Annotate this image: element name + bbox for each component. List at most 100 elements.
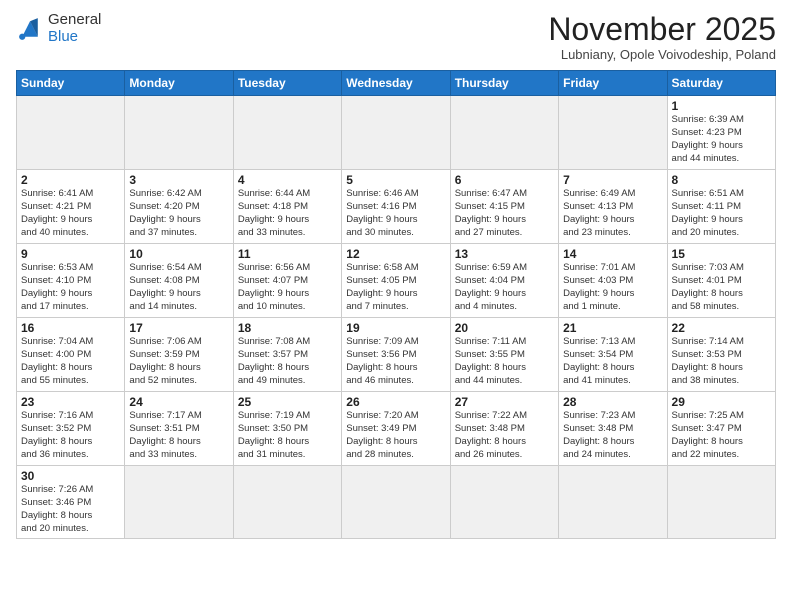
day-info: Sunrise: 6:49 AM Sunset: 4:13 PM Dayligh… <box>563 188 662 239</box>
day-info: Sunrise: 7:01 AM Sunset: 4:03 PM Dayligh… <box>563 262 662 313</box>
calendar-cell: 21Sunrise: 7:13 AM Sunset: 3:54 PM Dayli… <box>559 318 667 392</box>
day-info: Sunrise: 7:04 AM Sunset: 4:00 PM Dayligh… <box>21 336 120 387</box>
calendar-cell <box>17 96 125 170</box>
logo: General Blue <box>16 12 101 45</box>
day-info: Sunrise: 7:06 AM Sunset: 3:59 PM Dayligh… <box>129 336 228 387</box>
calendar-cell: 19Sunrise: 7:09 AM Sunset: 3:56 PM Dayli… <box>342 318 450 392</box>
col-tuesday: Tuesday <box>233 71 341 96</box>
calendar-cell <box>450 466 558 539</box>
col-friday: Friday <box>559 71 667 96</box>
day-number: 4 <box>238 173 337 187</box>
day-info: Sunrise: 6:39 AM Sunset: 4:23 PM Dayligh… <box>672 114 771 165</box>
day-info: Sunrise: 7:13 AM Sunset: 3:54 PM Dayligh… <box>563 336 662 387</box>
calendar-cell <box>450 96 558 170</box>
day-info: Sunrise: 6:47 AM Sunset: 4:15 PM Dayligh… <box>455 188 554 239</box>
calendar-cell: 11Sunrise: 6:56 AM Sunset: 4:07 PM Dayli… <box>233 244 341 318</box>
calendar-cell: 6Sunrise: 6:47 AM Sunset: 4:15 PM Daylig… <box>450 170 558 244</box>
day-info: Sunrise: 7:26 AM Sunset: 3:46 PM Dayligh… <box>21 484 120 535</box>
location: Lubniany, Opole Voivodeship, Poland <box>548 47 776 62</box>
day-number: 15 <box>672 247 771 261</box>
day-info: Sunrise: 6:53 AM Sunset: 4:10 PM Dayligh… <box>21 262 120 313</box>
day-info: Sunrise: 7:14 AM Sunset: 3:53 PM Dayligh… <box>672 336 771 387</box>
calendar-cell <box>559 96 667 170</box>
day-number: 7 <box>563 173 662 187</box>
calendar-cell: 10Sunrise: 6:54 AM Sunset: 4:08 PM Dayli… <box>125 244 233 318</box>
calendar-cell: 5Sunrise: 6:46 AM Sunset: 4:16 PM Daylig… <box>342 170 450 244</box>
calendar-cell <box>342 96 450 170</box>
day-info: Sunrise: 7:03 AM Sunset: 4:01 PM Dayligh… <box>672 262 771 313</box>
calendar-header-row: Sunday Monday Tuesday Wednesday Thursday… <box>17 71 776 96</box>
day-number: 20 <box>455 321 554 335</box>
day-number: 2 <box>21 173 120 187</box>
calendar-cell: 28Sunrise: 7:23 AM Sunset: 3:48 PM Dayli… <box>559 392 667 466</box>
calendar-cell: 8Sunrise: 6:51 AM Sunset: 4:11 PM Daylig… <box>667 170 775 244</box>
day-number: 23 <box>21 395 120 409</box>
calendar-cell: 30Sunrise: 7:26 AM Sunset: 3:46 PM Dayli… <box>17 466 125 539</box>
day-info: Sunrise: 7:16 AM Sunset: 3:52 PM Dayligh… <box>21 410 120 461</box>
calendar-cell: 24Sunrise: 7:17 AM Sunset: 3:51 PM Dayli… <box>125 392 233 466</box>
calendar-cell: 25Sunrise: 7:19 AM Sunset: 3:50 PM Dayli… <box>233 392 341 466</box>
calendar-cell: 4Sunrise: 6:44 AM Sunset: 4:18 PM Daylig… <box>233 170 341 244</box>
calendar-cell: 22Sunrise: 7:14 AM Sunset: 3:53 PM Dayli… <box>667 318 775 392</box>
calendar-cell: 13Sunrise: 6:59 AM Sunset: 4:04 PM Dayli… <box>450 244 558 318</box>
calendar-cell: 20Sunrise: 7:11 AM Sunset: 3:55 PM Dayli… <box>450 318 558 392</box>
day-info: Sunrise: 6:54 AM Sunset: 4:08 PM Dayligh… <box>129 262 228 313</box>
day-number: 24 <box>129 395 228 409</box>
day-info: Sunrise: 7:19 AM Sunset: 3:50 PM Dayligh… <box>238 410 337 461</box>
calendar-cell <box>342 466 450 539</box>
day-number: 11 <box>238 247 337 261</box>
title-block: November 2025 Lubniany, Opole Voivodeshi… <box>548 12 776 62</box>
day-number: 9 <box>21 247 120 261</box>
day-info: Sunrise: 7:23 AM Sunset: 3:48 PM Dayligh… <box>563 410 662 461</box>
generalblue-logo-icon <box>16 15 44 43</box>
calendar-cell: 16Sunrise: 7:04 AM Sunset: 4:00 PM Dayli… <box>17 318 125 392</box>
day-info: Sunrise: 6:58 AM Sunset: 4:05 PM Dayligh… <box>346 262 445 313</box>
day-number: 16 <box>21 321 120 335</box>
col-thursday: Thursday <box>450 71 558 96</box>
day-number: 19 <box>346 321 445 335</box>
calendar-cell <box>559 466 667 539</box>
day-info: Sunrise: 6:41 AM Sunset: 4:21 PM Dayligh… <box>21 188 120 239</box>
day-number: 10 <box>129 247 228 261</box>
day-number: 18 <box>238 321 337 335</box>
calendar-cell: 29Sunrise: 7:25 AM Sunset: 3:47 PM Dayli… <box>667 392 775 466</box>
day-info: Sunrise: 7:08 AM Sunset: 3:57 PM Dayligh… <box>238 336 337 387</box>
day-info: Sunrise: 7:09 AM Sunset: 3:56 PM Dayligh… <box>346 336 445 387</box>
day-number: 27 <box>455 395 554 409</box>
day-number: 14 <box>563 247 662 261</box>
day-number: 29 <box>672 395 771 409</box>
day-number: 17 <box>129 321 228 335</box>
day-number: 6 <box>455 173 554 187</box>
day-info: Sunrise: 7:17 AM Sunset: 3:51 PM Dayligh… <box>129 410 228 461</box>
header: General Blue November 2025 Lubniany, Opo… <box>16 12 776 62</box>
page: General Blue November 2025 Lubniany, Opo… <box>0 0 792 547</box>
calendar-cell: 12Sunrise: 6:58 AM Sunset: 4:05 PM Dayli… <box>342 244 450 318</box>
day-number: 13 <box>455 247 554 261</box>
day-info: Sunrise: 6:59 AM Sunset: 4:04 PM Dayligh… <box>455 262 554 313</box>
day-info: Sunrise: 6:44 AM Sunset: 4:18 PM Dayligh… <box>238 188 337 239</box>
calendar-cell: 3Sunrise: 6:42 AM Sunset: 4:20 PM Daylig… <box>125 170 233 244</box>
day-number: 3 <box>129 173 228 187</box>
day-info: Sunrise: 6:46 AM Sunset: 4:16 PM Dayligh… <box>346 188 445 239</box>
day-number: 21 <box>563 321 662 335</box>
calendar-cell: 9Sunrise: 6:53 AM Sunset: 4:10 PM Daylig… <box>17 244 125 318</box>
col-monday: Monday <box>125 71 233 96</box>
day-number: 28 <box>563 395 662 409</box>
calendar-cell <box>233 466 341 539</box>
day-number: 30 <box>21 469 120 483</box>
calendar-cell: 26Sunrise: 7:20 AM Sunset: 3:49 PM Dayli… <box>342 392 450 466</box>
day-number: 22 <box>672 321 771 335</box>
calendar-cell: 1Sunrise: 6:39 AM Sunset: 4:23 PM Daylig… <box>667 96 775 170</box>
day-info: Sunrise: 7:25 AM Sunset: 3:47 PM Dayligh… <box>672 410 771 461</box>
calendar-cell: 23Sunrise: 7:16 AM Sunset: 3:52 PM Dayli… <box>17 392 125 466</box>
calendar-cell: 18Sunrise: 7:08 AM Sunset: 3:57 PM Dayli… <box>233 318 341 392</box>
calendar-cell <box>125 96 233 170</box>
day-number: 12 <box>346 247 445 261</box>
calendar-cell: 17Sunrise: 7:06 AM Sunset: 3:59 PM Dayli… <box>125 318 233 392</box>
day-number: 1 <box>672 99 771 113</box>
calendar-cell <box>125 466 233 539</box>
month-title: November 2025 <box>548 12 776 47</box>
logo-text: General Blue <box>48 12 101 45</box>
calendar-cell: 15Sunrise: 7:03 AM Sunset: 4:01 PM Dayli… <box>667 244 775 318</box>
calendar-cell: 2Sunrise: 6:41 AM Sunset: 4:21 PM Daylig… <box>17 170 125 244</box>
